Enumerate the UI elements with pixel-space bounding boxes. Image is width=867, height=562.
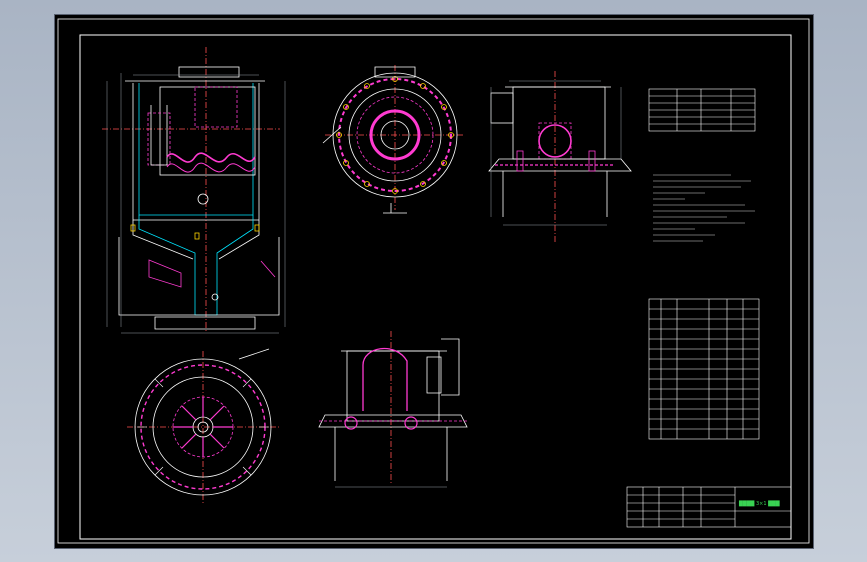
technical-notes [653, 174, 755, 242]
sheet-outer-border [57, 18, 810, 544]
top-view [322, 65, 465, 214]
side-view-a [488, 71, 632, 243]
engineering-drawing: ████ 3×1 ███ [57, 18, 810, 544]
cad-viewport[interactable]: ████ 3×1 ███ [54, 14, 814, 549]
sheet-inner-border [79, 34, 792, 540]
bottom-view [127, 348, 279, 505]
front-section-view [102, 47, 286, 334]
title-block [626, 486, 792, 528]
section-view-b [318, 331, 468, 488]
parts-list-rows [649, 308, 759, 430]
spec-table [648, 88, 756, 132]
drawing-title: ████ 3×1 ███ [738, 500, 780, 507]
